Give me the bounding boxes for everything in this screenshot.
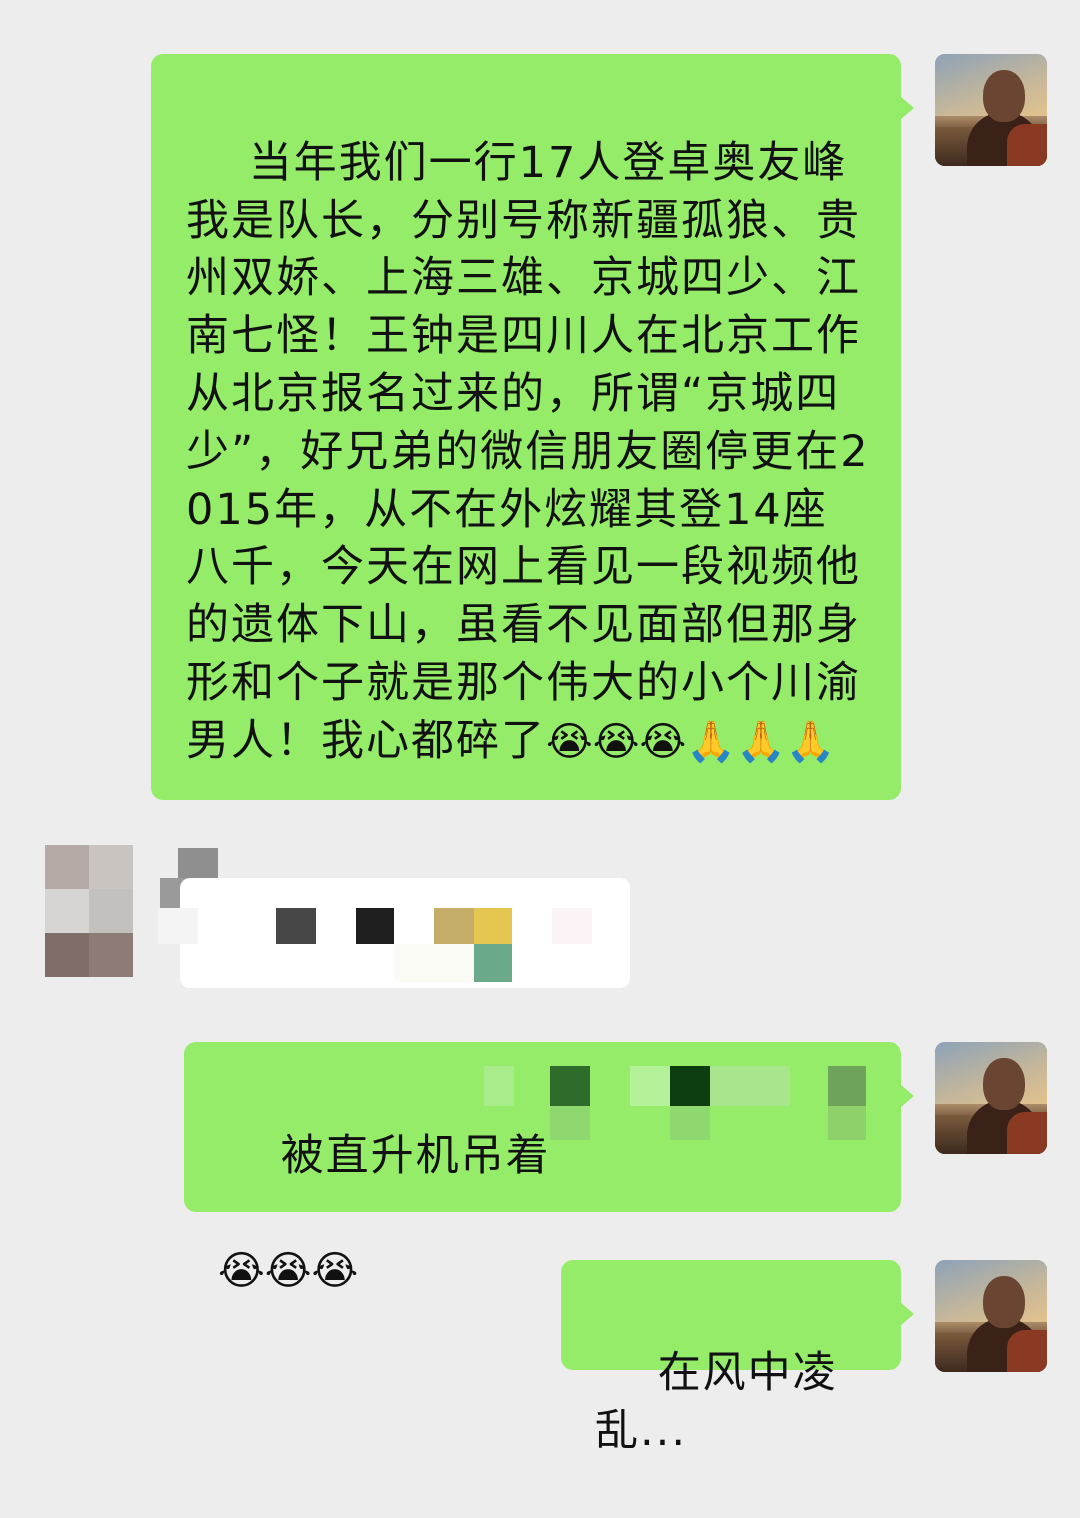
bubble-tail	[900, 1084, 914, 1108]
message-1-body: 当年我们一行17人登卓奥友峰我是队长，分别号称新疆孤狼、贵州双娇、上海三雄、京城…	[186, 137, 870, 766]
avatar[interactable]	[935, 54, 1047, 166]
bubble-tail	[900, 96, 914, 120]
message-4-body: 在风中凌乱...	[595, 1347, 838, 1456]
avatar-blurred[interactable]	[45, 845, 133, 977]
message-3-body: 被直升机吊着	[280, 1130, 551, 1181]
message-text-1: 当年我们一行17人登卓奥友峰我是队长，分别号称新疆孤狼、贵州双娇、上海三雄、京城…	[186, 77, 871, 829]
message-bubble-4[interactable]: 在风中凌乱...	[561, 1260, 914, 1456]
bubble-tail	[900, 1302, 914, 1326]
message-bubble-2[interactable]	[158, 878, 630, 988]
message-text-4: 在风中凌乱...	[595, 1287, 871, 1518]
message-1-emojis: 😭😭😭🙏🙏🙏	[546, 718, 836, 765]
avatar[interactable]	[935, 1260, 1047, 1372]
avatar[interactable]	[935, 1042, 1047, 1154]
message-bubble-1[interactable]: 当年我们一行17人登卓奥友峰我是队长，分别号称新疆孤狼、贵州双娇、上海三雄、京城…	[151, 54, 914, 800]
message-bubble-3[interactable]: 被直升机吊着 😭😭😭	[184, 1042, 914, 1294]
